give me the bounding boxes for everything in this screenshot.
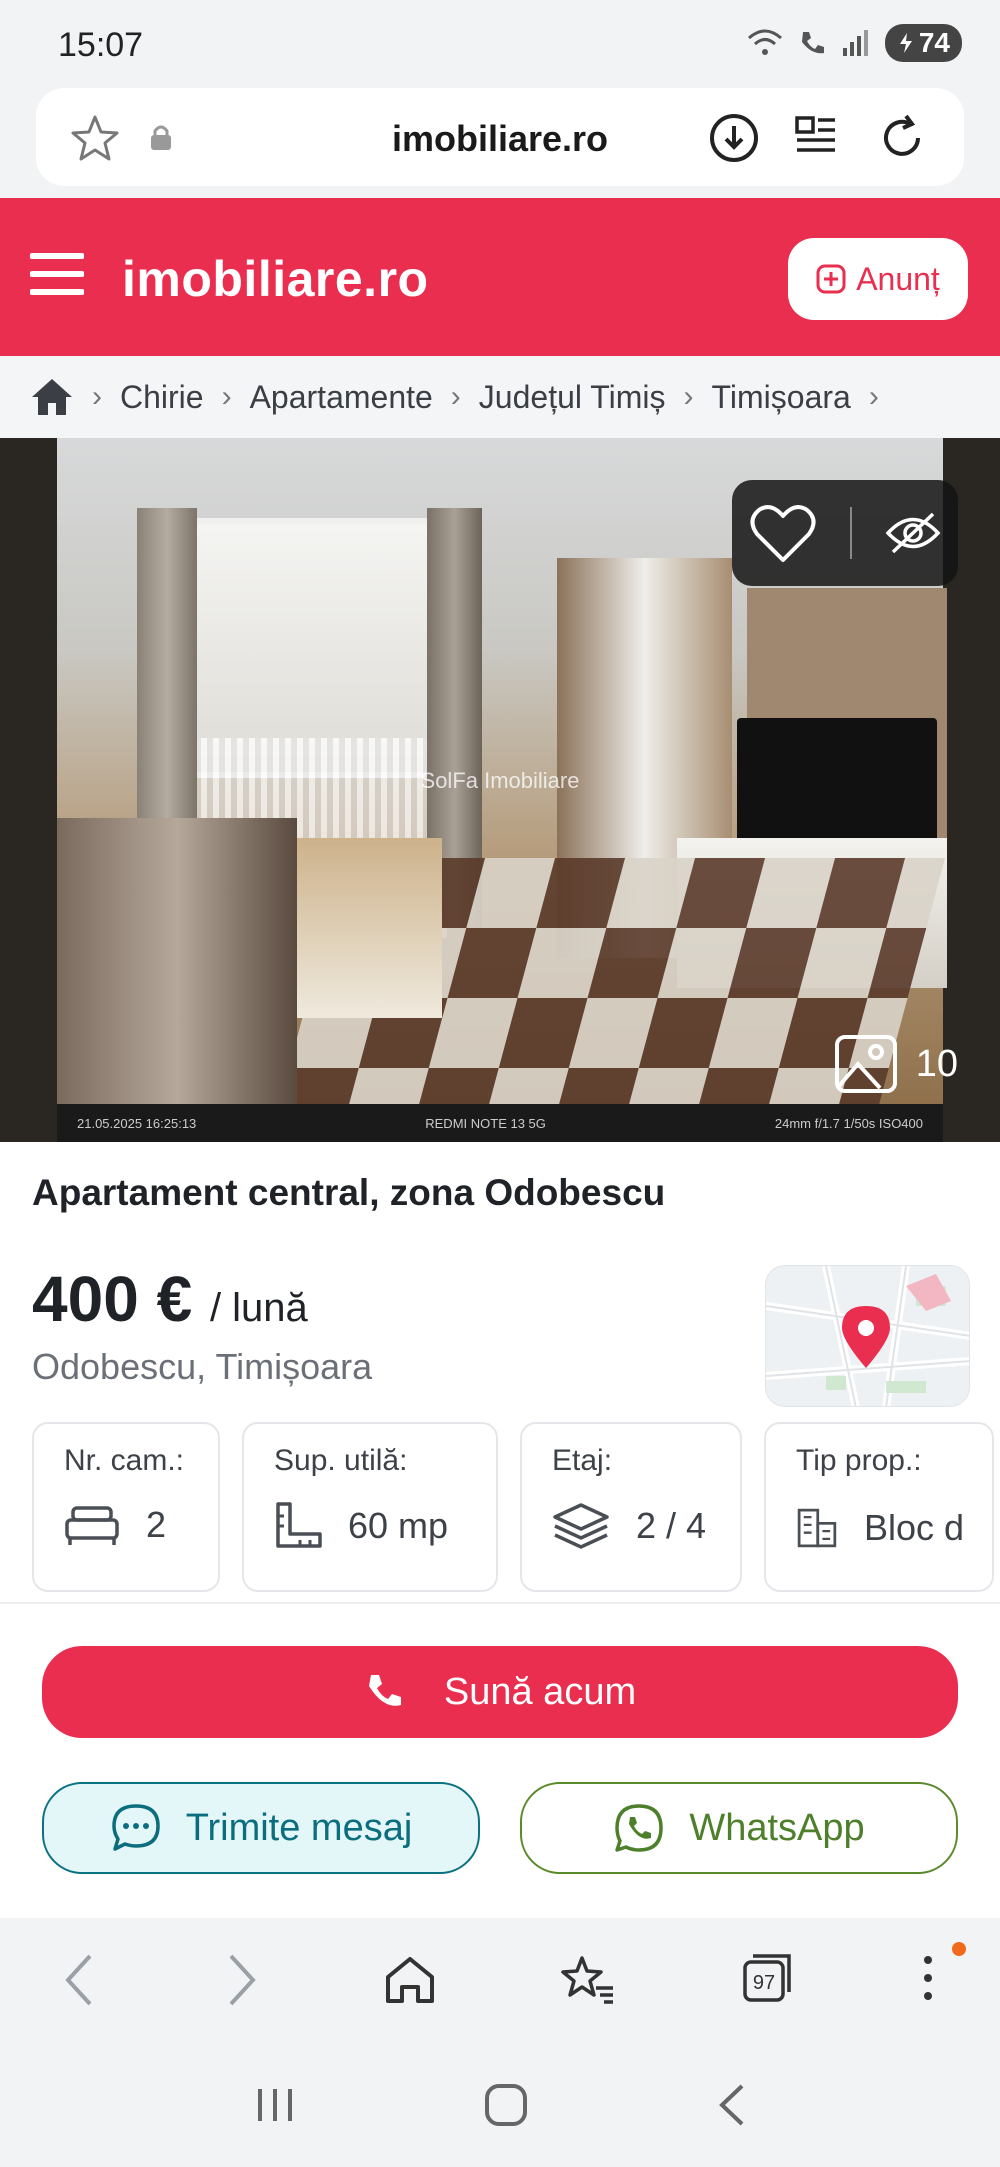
feature-label: Nr. cam.: — [64, 1444, 185, 1477]
hamburger-menu-icon[interactable] — [30, 252, 84, 296]
map-pin-icon — [842, 1306, 890, 1368]
breadcrumb-oras[interactable]: Timișoara — [712, 379, 851, 416]
breadcrumb-separator: › — [450, 380, 461, 413]
feature-floor: Etaj: 2 / 4 — [520, 1422, 742, 1592]
battery-level: 74 — [918, 27, 950, 58]
bed-icon — [65, 1506, 119, 1545]
ruler-icon — [276, 1502, 322, 1548]
breadcrumb-separator: › — [683, 380, 694, 413]
phone-icon — [368, 1675, 401, 1706]
breadcrumb-separator: › — [868, 380, 879, 413]
feature-property-type: Tip prop.: Bloc d — [764, 1422, 994, 1592]
section-divider — [0, 1602, 1000, 1604]
exif-timestamp: 21.05.2025 16:25:13 — [77, 1115, 197, 1131]
listing-title: Apartament central, zona Odobescu — [32, 1172, 666, 1213]
status-time: 15:07 — [58, 26, 144, 64]
breadcrumb-separator: › — [92, 380, 102, 413]
photo-count[interactable]: 10 — [834, 1034, 958, 1094]
image-gallery-icon — [834, 1035, 897, 1093]
more-options-button[interactable] — [918, 1941, 966, 2009]
whatsapp-icon — [615, 1804, 664, 1852]
feature-rooms: Nr. cam.: 2 — [32, 1422, 220, 1592]
system-navigation-bar — [0, 2042, 1000, 2167]
exif-settings: 24mm f/1.7 1/50s ISO400 — [774, 1115, 923, 1131]
feature-value: 60 mp — [348, 1505, 449, 1546]
photo-actions-divider — [849, 507, 852, 559]
hide-eye-icon[interactable] — [885, 510, 941, 556]
photo-watermark: SolFa Imobiliare — [420, 768, 580, 793]
photo-sofa — [57, 818, 297, 1142]
plus-square-icon — [816, 264, 846, 294]
send-message-label: Trimite mesaj — [185, 1806, 413, 1849]
system-back-icon[interactable] — [714, 2082, 748, 2128]
heart-icon[interactable] — [749, 502, 817, 564]
breadcrumb-separator: › — [221, 380, 232, 413]
photo-count-value: 10 — [915, 1042, 958, 1085]
breadcrumb-chirie[interactable]: Chirie — [120, 379, 204, 416]
send-message-button[interactable]: Trimite mesaj — [42, 1782, 480, 1874]
browser-bottom-bar: 97 — [0, 1918, 1000, 2042]
reader-mode-icon[interactable] — [794, 114, 838, 160]
signal-icon — [842, 30, 868, 56]
features-row: Nr. cam.: 2 Sup. utilă: 60 mp Etaj: 2 / … — [32, 1422, 1000, 1594]
status-bar: 15:07 74 — [0, 0, 1000, 80]
feature-label: Tip prop.: — [796, 1444, 922, 1477]
home-icon[interactable] — [384, 1955, 436, 2005]
price-unit: / lună — [209, 1286, 308, 1330]
whatsapp-button[interactable]: WhatsApp — [520, 1782, 958, 1874]
bookmarks-icon[interactable] — [560, 1954, 616, 2006]
download-icon[interactable] — [708, 112, 760, 164]
building-icon — [797, 1508, 837, 1548]
feature-label: Sup. utilă: — [274, 1444, 408, 1477]
volte-icon — [801, 32, 824, 54]
address-bar[interactable]: imobiliare.ro — [36, 88, 964, 186]
home-icon[interactable] — [30, 377, 74, 417]
feature-value: Bloc d — [863, 1507, 964, 1548]
breadcrumb: › Chirie › Apartamente › Județul Timiș ›… — [0, 356, 1000, 438]
feature-value: 2 / 4 — [636, 1505, 707, 1546]
feature-label: Etaj: — [552, 1444, 613, 1477]
listing-location: Odobescu, Timișoara — [32, 1346, 373, 1387]
forward-arrow-icon[interactable] — [223, 1952, 259, 2008]
map-thumbnail[interactable] — [765, 1265, 970, 1407]
browser-toolbar: imobiliare.ro — [0, 80, 1000, 198]
tabs-count: 97 — [752, 1971, 776, 1994]
chat-bubble-icon — [111, 1804, 160, 1851]
wifi-calling-icon — [747, 29, 782, 55]
photo-actions — [732, 480, 958, 586]
price-value: 400 € — [32, 1263, 193, 1335]
call-now-button[interactable]: Sună acum — [42, 1646, 958, 1738]
notification-dot — [951, 1941, 966, 1956]
call-now-label: Sună acum — [443, 1670, 637, 1713]
listing-photo-gallery[interactable]: SolFa Imobiliare 21.05.2025 16:25:13 RED… — [0, 438, 1000, 1142]
layers-icon — [553, 1503, 609, 1549]
photo-exif-strip: 21.05.2025 16:25:13 REDMI NOTE 13 5G 24m… — [57, 1104, 943, 1142]
feature-area: Sup. utilă: 60 mp — [242, 1422, 498, 1592]
site-logo[interactable]: imobiliare.ro — [122, 250, 429, 308]
feature-value: 2 — [146, 1504, 167, 1545]
battery-indicator: 74 — [884, 24, 962, 62]
post-ad-button[interactable]: Anunț — [788, 238, 968, 320]
whatsapp-label: WhatsApp — [689, 1806, 865, 1849]
post-ad-label: Anunț — [856, 260, 940, 297]
reload-icon[interactable] — [876, 112, 928, 164]
site-header: imobiliare.ro Anunț — [0, 198, 1000, 356]
battery-icon — [899, 33, 912, 53]
breadcrumb-apartamente[interactable]: Apartamente — [250, 379, 433, 416]
listing-price: 400 € / lună — [32, 1262, 308, 1336]
status-icons: 74 — [747, 24, 962, 62]
more-vertical-icon — [923, 1955, 932, 2000]
recent-apps-icon[interactable] — [252, 2085, 298, 2125]
back-arrow-icon[interactable] — [62, 1952, 98, 2008]
exif-device: REDMI NOTE 13 5G — [425, 1115, 546, 1131]
system-home-icon[interactable] — [483, 2082, 529, 2128]
breadcrumb-judet[interactable]: Județul Timiș — [479, 379, 666, 416]
tabs-button[interactable]: 97 — [741, 1952, 793, 2009]
